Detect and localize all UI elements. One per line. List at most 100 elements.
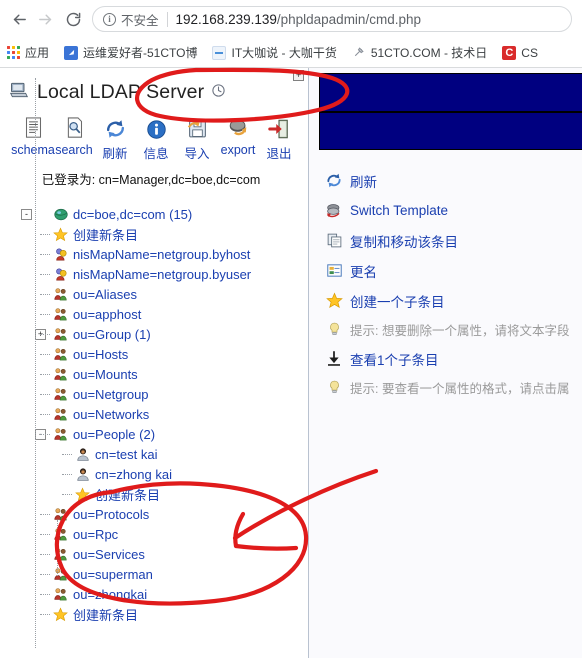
tree-item[interactable]: 创建新条目 bbox=[40, 604, 308, 624]
entry-detail-panel: 刷新 Switch Template 复制和移动该条目 更名 创建一个子条目 提示: 想要… bbox=[310, 68, 582, 658]
collapse-toggle-icon[interactable]: - bbox=[21, 208, 32, 220]
tree-item[interactable]: cn=zhong kai bbox=[52, 464, 308, 484]
bookmark-item-4[interactable]: C CS bbox=[502, 45, 538, 60]
toolbar-item-import[interactable]: 导入 bbox=[177, 114, 218, 162]
tree-item[interactable]: ou=superman bbox=[40, 564, 308, 584]
bulb-icon bbox=[323, 321, 345, 337]
ou-icon bbox=[52, 506, 69, 522]
tree-guide-line-sub bbox=[57, 520, 58, 576]
tree-item[interactable]: ou=Rpc bbox=[40, 524, 308, 544]
ldap-tree: - dc=boe,dc=com (15) 创建新条目 nisMapName=netgr… bbox=[0, 204, 308, 624]
ou-icon bbox=[52, 586, 69, 602]
banner-divider bbox=[320, 111, 582, 113]
action-link[interactable]: Switch Template bbox=[323, 199, 582, 222]
tree-connector bbox=[40, 534, 50, 535]
tree-item[interactable]: ou=Hosts bbox=[40, 344, 308, 364]
map-icon bbox=[52, 246, 69, 262]
toolbar-item-info[interactable]: 信息 bbox=[136, 114, 177, 162]
entry-banner bbox=[319, 73, 582, 150]
refresh-icon bbox=[323, 172, 345, 189]
import-icon bbox=[187, 114, 208, 140]
bookmark-item-1[interactable]: 运维爱好者-51CTO博 bbox=[64, 44, 197, 61]
expand-panel-button[interactable]: + bbox=[293, 70, 304, 81]
bookmarks-bar: 应用 运维爱好者-51CTO博 IT大咖说 - 大咖干货 51CTO.COM -… bbox=[0, 38, 582, 68]
schema-icon bbox=[23, 114, 44, 140]
tree-root-node[interactable]: - dc=boe,dc=com (15) bbox=[21, 204, 308, 224]
bookmark-item-2[interactable]: IT大咖说 - 大咖干货 bbox=[212, 44, 337, 61]
tree-item-label: ou=Netgroup bbox=[73, 386, 149, 402]
action-link[interactable]: 复制和移动该条目 bbox=[323, 229, 582, 252]
star-icon bbox=[52, 606, 69, 622]
toolbar-label: 信息 bbox=[143, 147, 169, 161]
tree-connector bbox=[40, 414, 50, 415]
bookmark-label: 应用 bbox=[25, 46, 50, 60]
url-path: /phpldapadmin/cmd.php bbox=[276, 11, 421, 27]
url-text: 192.168.239.139/phpldapadmin/cmd.php bbox=[176, 12, 421, 27]
tree-item[interactable]: nisMapName=netgroup.byhost bbox=[40, 244, 308, 264]
action-link[interactable]: 查看1个子条目 bbox=[323, 347, 582, 370]
back-arrow-icon[interactable] bbox=[6, 6, 32, 32]
globe-icon bbox=[52, 206, 69, 222]
bookmark-apps[interactable]: 应用 bbox=[7, 44, 49, 61]
tree-item[interactable]: ou=Mounts bbox=[40, 364, 308, 384]
tree-item[interactable]: ou=Netgroup bbox=[40, 384, 308, 404]
tree-connector bbox=[40, 434, 50, 435]
tree-item-label: ou=Networks bbox=[73, 406, 150, 422]
tree-connector bbox=[40, 274, 50, 275]
tree-item[interactable]: ou=zhongkai bbox=[40, 584, 308, 604]
bookmark-icon: C bbox=[502, 45, 517, 60]
tree-item-label: 创建新条目 bbox=[73, 607, 139, 623]
action-link[interactable]: 更名 bbox=[323, 259, 582, 282]
toolbar-item-search[interactable]: search bbox=[54, 114, 95, 162]
tree-item[interactable]: ou=Networks bbox=[40, 404, 308, 424]
ldap-toolbar: schema search 刷新 信息 导入 export 退出 bbox=[0, 114, 308, 162]
rename-icon bbox=[323, 262, 345, 279]
tree-item[interactable]: 创建新条目 bbox=[52, 484, 308, 504]
tree-item[interactable]: cn=test kai bbox=[52, 444, 308, 464]
tree-item[interactable]: ou=Aliases bbox=[40, 284, 308, 304]
ldap-tree-panel: + Local LDAP Server schema search 刷新 信息 … bbox=[0, 68, 309, 658]
toolbar-item-refresh[interactable]: 刷新 bbox=[95, 114, 136, 162]
reload-icon[interactable] bbox=[60, 6, 86, 32]
action-label: 刷新 bbox=[350, 174, 377, 190]
tree-connector bbox=[40, 374, 50, 375]
tree-item[interactable]: + ou=Group (1) bbox=[35, 324, 308, 344]
tree-item-label: cn=test kai bbox=[95, 446, 158, 462]
tree-item[interactable]: - ou=People (2) bbox=[35, 424, 308, 444]
ou-icon bbox=[52, 326, 69, 342]
toolbar-item-schema[interactable]: schema bbox=[11, 114, 55, 162]
ou-icon bbox=[52, 566, 69, 582]
info-circle-icon[interactable]: i bbox=[103, 12, 116, 26]
action-label: 更名 bbox=[350, 264, 377, 280]
omnibox-divider bbox=[166, 11, 168, 27]
action-link[interactable]: 刷新 bbox=[323, 169, 582, 192]
browser-chrome: i 不安全 192.168.239.139/phpldapadmin/cmd.p… bbox=[0, 0, 582, 68]
bookmark-icon bbox=[212, 45, 227, 60]
star-icon bbox=[323, 292, 345, 309]
copy-icon bbox=[323, 232, 345, 249]
tree-item-label: ou=zhongkai bbox=[73, 586, 148, 602]
action-label: 复制和移动该条目 bbox=[350, 234, 458, 250]
address-bar[interactable]: i 不安全 192.168.239.139/phpldapadmin/cmd.p… bbox=[92, 6, 572, 32]
action-link[interactable]: 创建一个子条目 bbox=[323, 289, 582, 312]
toolbar-item-logout[interactable]: 退出 bbox=[259, 114, 300, 162]
clock-icon[interactable] bbox=[211, 83, 226, 103]
template-icon bbox=[323, 202, 345, 219]
computer-icon bbox=[8, 80, 30, 105]
tree-connector bbox=[40, 314, 50, 315]
tree-item[interactable]: nisMapName=netgroup.byuser bbox=[40, 264, 308, 284]
tree-item[interactable]: ou=apphost bbox=[40, 304, 308, 324]
tree-item-label: ou=Aliases bbox=[73, 286, 137, 302]
bookmark-item-3[interactable]: 51CTO.COM - 技术日 bbox=[352, 44, 487, 61]
tree-connector bbox=[40, 394, 50, 395]
tree-item[interactable]: 创建新条目 bbox=[40, 224, 308, 244]
tree-item[interactable]: ou=Services bbox=[40, 544, 308, 564]
ou-icon bbox=[52, 286, 69, 302]
toolbar-label: schema bbox=[11, 143, 55, 157]
tree-connector bbox=[40, 574, 50, 575]
tree-item[interactable]: ou=Protocols bbox=[40, 504, 308, 524]
url-host: 192.168.239.139 bbox=[175, 11, 277, 27]
download-icon bbox=[323, 350, 345, 367]
tree-item-label: ou=Hosts bbox=[73, 346, 129, 362]
toolbar-item-export[interactable]: export bbox=[218, 114, 259, 162]
